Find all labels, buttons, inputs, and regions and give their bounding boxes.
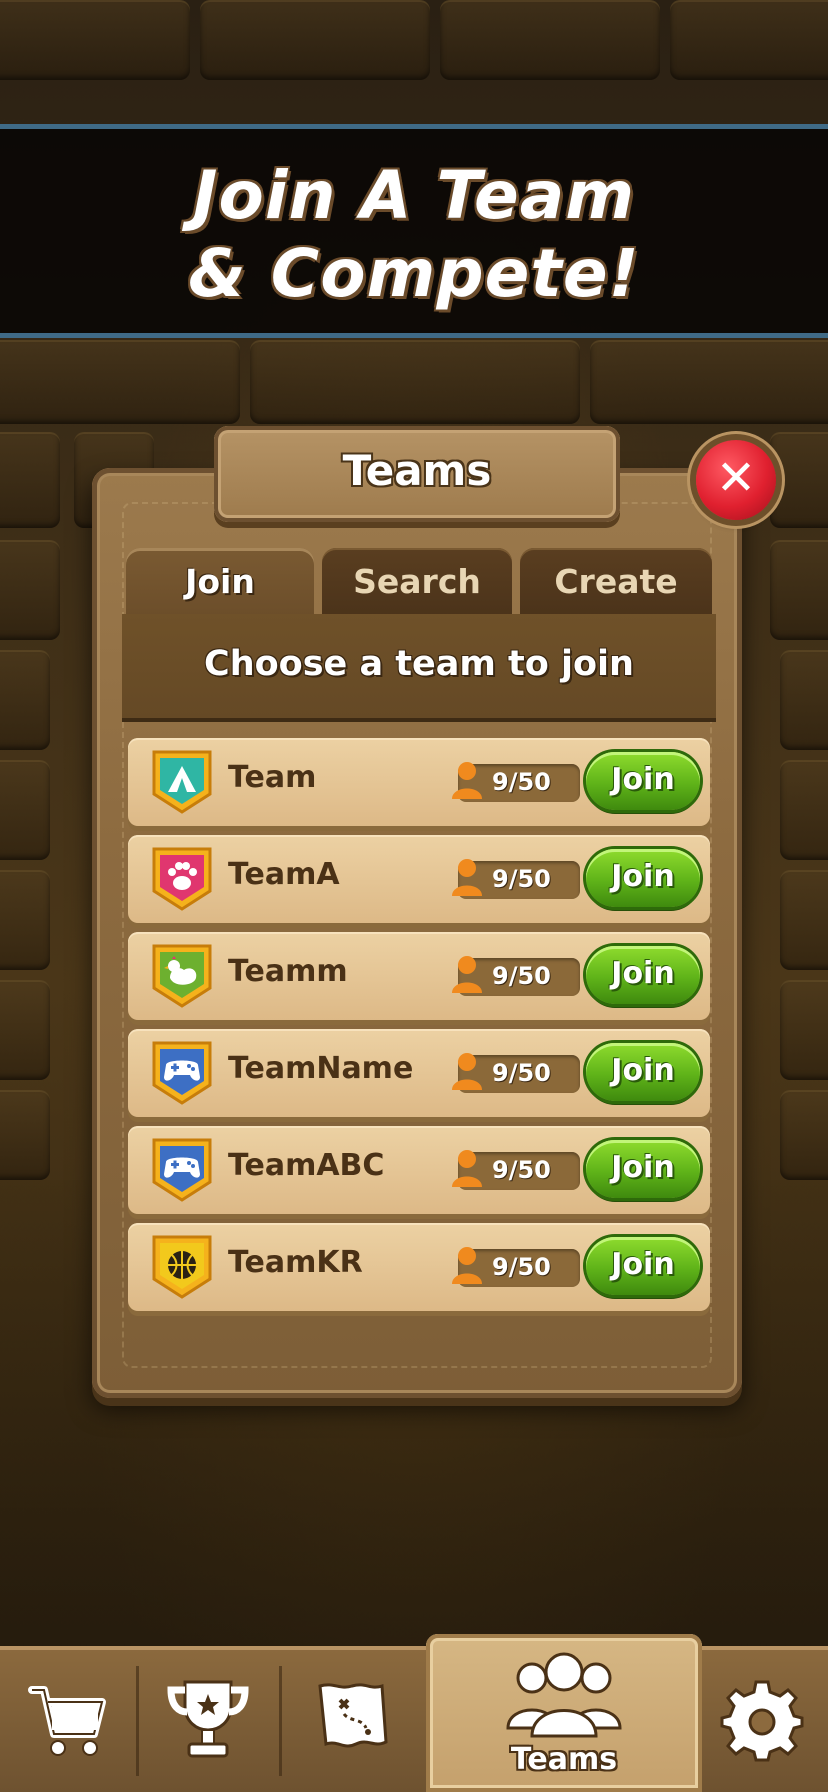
team-row: TeamABC 9/50 Join [128,1126,710,1214]
gamepad-icon [150,1136,214,1204]
gear-icon [720,1680,804,1762]
nav-shop[interactable] [0,1646,136,1792]
member-icon [452,859,482,896]
join-button[interactable]: Join [586,752,700,810]
team-row: Team 9/50 Join [128,738,710,826]
member-count-text: 9/50 [492,1253,551,1281]
paw-icon [150,845,214,913]
member-count-text: 9/50 [492,962,551,990]
close-button[interactable]: ✕ [696,440,776,520]
member-count-text: 9/50 [492,865,551,893]
member-icon [452,1247,482,1284]
team-name: TeamA [228,857,340,892]
tab-join[interactable]: Join [126,548,314,616]
team-name: TeamABC [228,1148,385,1183]
member-icon [452,762,482,799]
member-count-text: 9/50 [492,768,551,796]
bottom-nav [0,1646,828,1792]
list-header: Choose a team to join [122,614,716,718]
member-icon [452,1053,482,1090]
join-button[interactable]: Join [586,849,700,907]
gamepad-icon [150,1039,214,1107]
member-icon [452,1150,482,1187]
team-row: Teamm 9/50 Join [128,932,710,1020]
join-button[interactable]: Join [586,1043,700,1101]
team-row: TeamName 9/50 Join [128,1029,710,1117]
nav-leaderboard[interactable] [139,1646,279,1792]
member-count: 9/50 [452,762,580,802]
join-button[interactable]: Join [586,1140,700,1198]
member-count: 9/50 [452,1247,580,1287]
nav-teams[interactable]: Teams [426,1634,702,1792]
member-count: 9/50 [452,956,580,996]
join-button[interactable]: Join [586,1237,700,1295]
team-icon [506,1652,622,1738]
basketball-icon [150,1233,214,1301]
team-row: TeamKR 9/50 Join [128,1223,710,1311]
trophy-icon [167,1680,249,1758]
member-count-text: 9/50 [492,1059,551,1087]
banner-title-line-1: Join A Team [192,157,636,234]
banner-title-line-2: & Compete! [188,235,640,312]
tab-create[interactable]: Create [520,548,712,616]
team-name: Teamm [228,954,348,989]
dialog-title-plate: Teams [214,426,620,522]
tab-search[interactable]: Search [322,548,512,616]
nav-teams-label: Teams [510,1742,618,1777]
nav-settings[interactable] [704,1646,828,1792]
treasure-map-icon [318,1683,388,1748]
team-name: TeamKR [228,1245,363,1280]
member-count-text: 9/50 [492,1156,551,1184]
cart-icon [28,1686,106,1756]
join-button[interactable]: Join [586,946,700,1004]
member-icon [452,956,482,993]
team-row: TeamA 9/50 Join [128,835,710,923]
promo-banner: Join A Team & Compete! [0,124,828,338]
dialog-title: Teams [342,446,492,495]
close-icon: ✕ [715,450,757,506]
member-count: 9/50 [452,859,580,899]
team-name: TeamName [228,1051,414,1086]
list-header-text: Choose a team to join [204,644,634,684]
tent-icon [150,748,214,816]
chicken-icon [150,942,214,1010]
member-count: 9/50 [452,1053,580,1093]
member-count: 9/50 [452,1150,580,1190]
team-name: Team [228,760,317,795]
nav-map[interactable] [282,1646,426,1792]
